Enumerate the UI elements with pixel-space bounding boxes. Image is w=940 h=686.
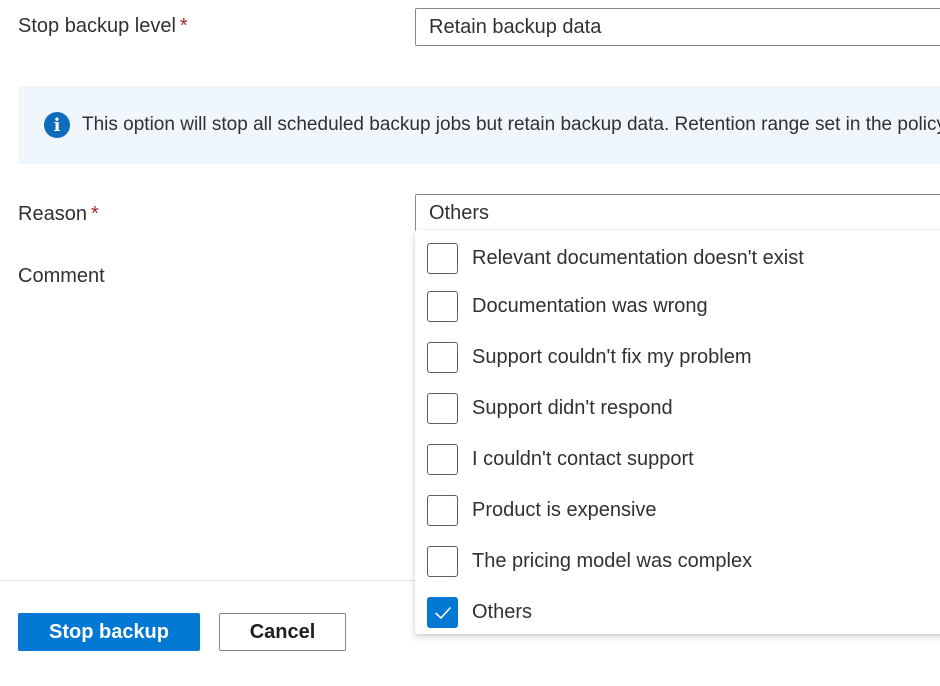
checkbox[interactable] — [427, 393, 458, 424]
reason-option[interactable]: Support couldn't fix my problem — [415, 332, 940, 383]
stop-backup-form: Stop backup level * Retain backup data i … — [0, 0, 940, 686]
reason-option-label: Support couldn't fix my problem — [472, 346, 752, 368]
reason-select[interactable]: Others — [415, 194, 940, 232]
reason-label-text: Reason — [18, 203, 87, 225]
stop-backup-level-label: Stop backup level * — [18, 14, 188, 38]
reason-option[interactable]: Support didn't respond — [415, 383, 940, 434]
comment-label: Comment — [18, 264, 105, 288]
reason-option[interactable]: I couldn't contact support — [415, 434, 940, 485]
reason-option-label: Others — [472, 601, 533, 623]
reason-option-label: Documentation was wrong — [472, 295, 708, 317]
info-message-bar: i This option will stop all scheduled ba… — [18, 86, 940, 164]
checkbox[interactable] — [427, 243, 458, 274]
cancel-button[interactable]: Cancel — [219, 613, 346, 651]
checkbox[interactable] — [427, 291, 458, 322]
reason-dropdown-list: Relevant documentation doesn't exist Docu… — [415, 230, 940, 634]
info-message-text: This option will stop all scheduled back… — [82, 114, 940, 135]
reason-option[interactable]: Relevant documentation doesn't exist — [415, 236, 940, 281]
stop-backup-button[interactable]: Stop backup — [18, 613, 200, 651]
checkbox[interactable] — [427, 342, 458, 373]
reason-value: Others — [429, 202, 490, 224]
stop-backup-level-value: Retain backup data — [429, 16, 602, 38]
stop-backup-level-label-text: Stop backup level — [18, 15, 176, 37]
reason-option[interactable]: Documentation was wrong — [415, 281, 940, 332]
checkbox[interactable] — [427, 597, 458, 628]
checkbox[interactable] — [427, 546, 458, 577]
info-icon: i — [44, 112, 70, 138]
reason-option-label: Support didn't respond — [472, 397, 673, 419]
checkbox[interactable] — [427, 444, 458, 475]
reason-option-label: The pricing model was complex — [472, 550, 753, 572]
comment-label-text: Comment — [18, 265, 105, 287]
reason-option-label: I couldn't contact support — [472, 448, 694, 470]
checkbox[interactable] — [427, 495, 458, 526]
reason-option[interactable]: The pricing model was complex — [415, 536, 940, 587]
checkmark-icon — [434, 606, 451, 619]
reason-option-label: Product is expensive — [472, 499, 657, 521]
reason-label: Reason * — [18, 202, 99, 226]
required-marker: * — [90, 203, 99, 225]
reason-option[interactable]: Product is expensive — [415, 485, 940, 536]
reason-option-label: Relevant documentation doesn't exist — [472, 247, 804, 269]
stop-backup-level-select[interactable]: Retain backup data — [415, 8, 940, 46]
required-marker: * — [179, 15, 188, 37]
cancel-button-label: Cancel — [249, 620, 316, 643]
reason-option[interactable]: Others — [415, 587, 940, 638]
